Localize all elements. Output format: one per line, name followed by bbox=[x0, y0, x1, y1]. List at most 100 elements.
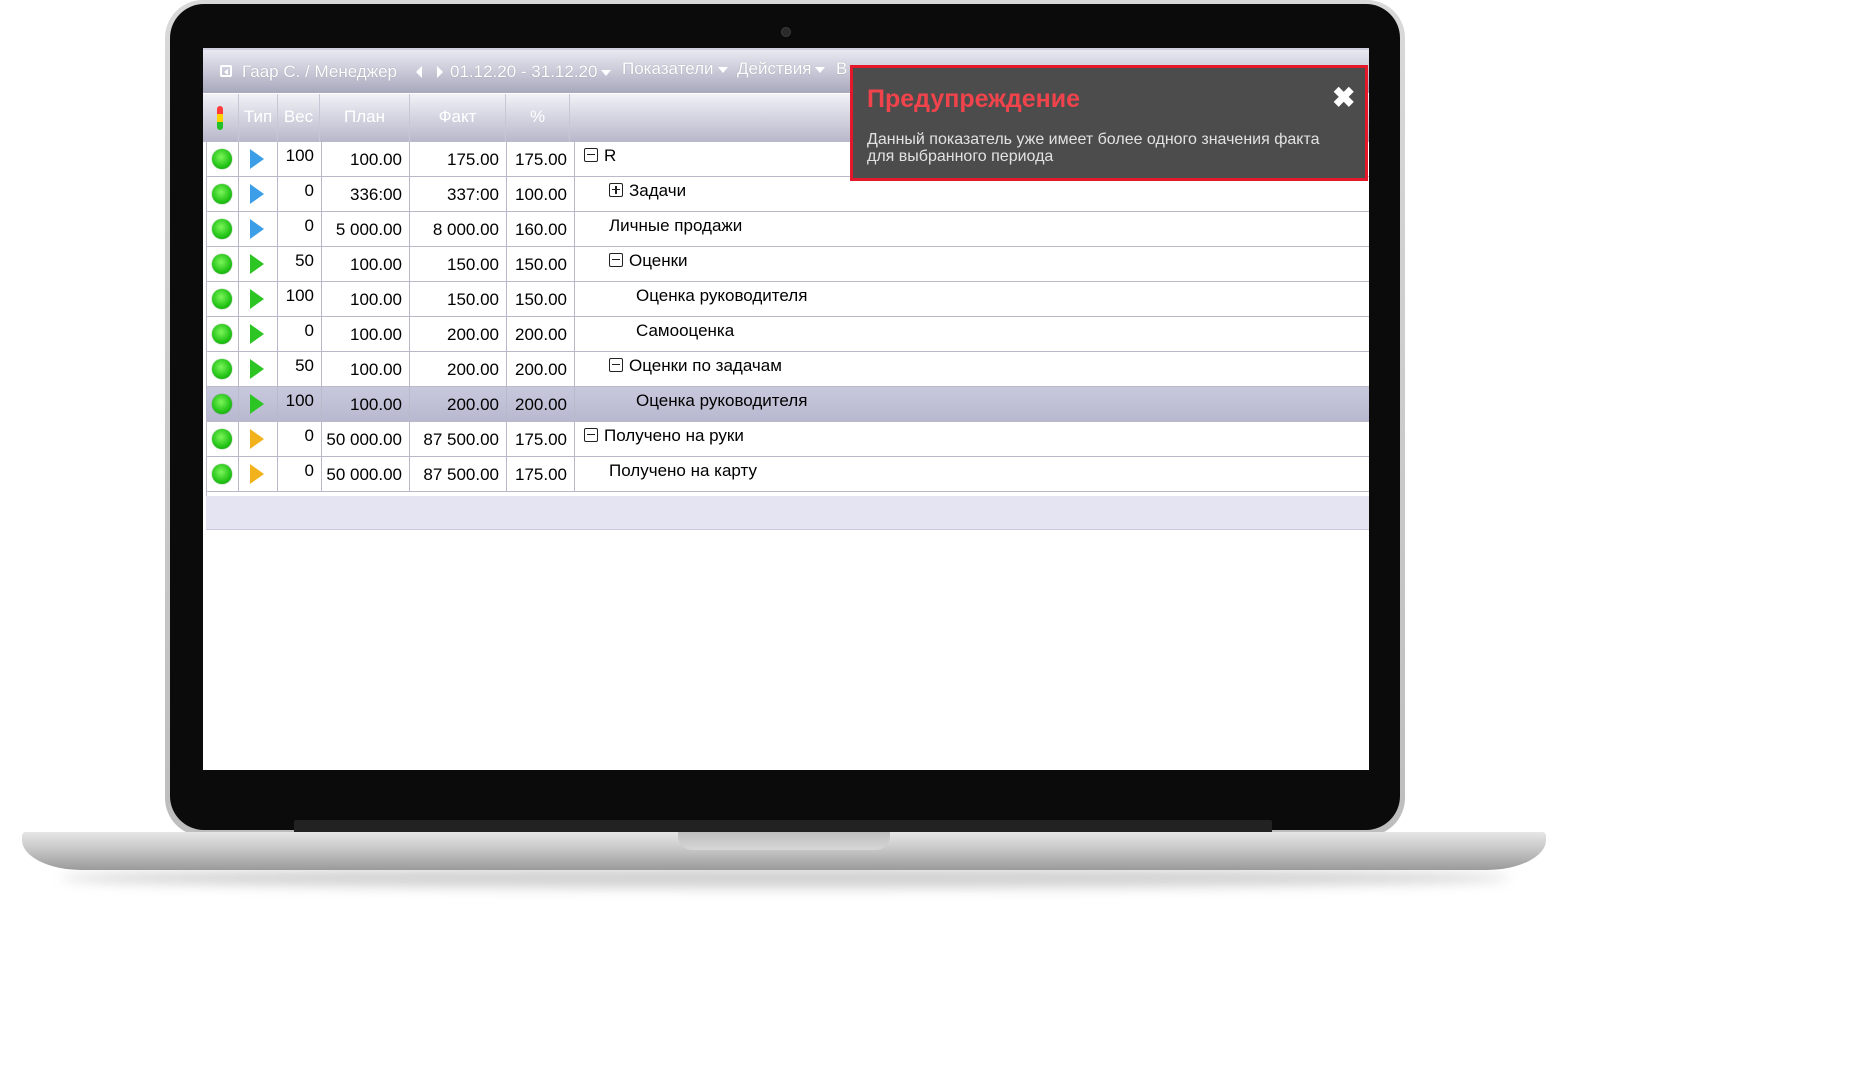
plan-cell[interactable]: 100.00 bbox=[322, 352, 410, 386]
prev-period-icon[interactable] bbox=[416, 66, 422, 78]
weight-cell[interactable]: 50 bbox=[278, 352, 322, 386]
percent-cell: 160.00 bbox=[507, 212, 575, 246]
plan-cell[interactable]: 336:00 bbox=[322, 177, 410, 211]
plan-cell[interactable]: 100.00 bbox=[322, 282, 410, 316]
table-row[interactable]: 0 50 000.00 87 500.00 175.00 Получено на рук… bbox=[206, 422, 1369, 457]
indicators-menu[interactable]: Показатели bbox=[622, 59, 728, 79]
warning-popup: Предупреждение Данный показатель уже име… bbox=[850, 65, 1368, 181]
collapse-icon[interactable] bbox=[584, 147, 598, 162]
fact-cell[interactable]: 8 000.00 bbox=[410, 212, 507, 246]
indicator-name-label: Оценка руководителя bbox=[636, 391, 808, 410]
type-cell bbox=[239, 212, 278, 246]
header-percent[interactable]: % bbox=[506, 94, 570, 142]
type-cell bbox=[239, 457, 278, 491]
user-label[interactable]: Гаар С. / Менеджер bbox=[242, 62, 397, 82]
plan-cell[interactable]: 100.00 bbox=[322, 387, 410, 421]
status-green-icon bbox=[212, 359, 232, 379]
period-selector[interactable]: 01.12.20 - 31.12.20 bbox=[450, 62, 612, 82]
type-arrow-icon bbox=[250, 359, 264, 379]
weight-cell[interactable]: 0 bbox=[278, 177, 322, 211]
table-row[interactable]: 0 336:00 337:00 100.00 Задачи bbox=[206, 177, 1369, 212]
table-row[interactable]: 50 100.00 200.00 200.00 Оценки по задачам bbox=[206, 352, 1369, 387]
weight-cell[interactable]: 50 bbox=[278, 247, 322, 281]
plan-cell[interactable]: 100.00 bbox=[322, 142, 410, 176]
indicator-name-cell[interactable]: Оценки bbox=[576, 247, 1369, 281]
weight-cell[interactable]: 0 bbox=[278, 457, 322, 491]
next-period-icon[interactable] bbox=[437, 66, 443, 78]
indicator-name-label: Самооценка bbox=[636, 321, 735, 340]
indicator-name-cell[interactable]: Оценка руководителя bbox=[576, 387, 1369, 421]
plan-cell[interactable]: 50 000.00 bbox=[322, 457, 410, 491]
status-cell bbox=[206, 177, 239, 211]
type-arrow-icon bbox=[250, 219, 264, 239]
indicator-name-cell[interactable]: Оценка руководителя bbox=[576, 282, 1369, 316]
table-row[interactable]: 100 100.00 200.00 200.00 Оценка руководителя bbox=[206, 387, 1369, 422]
type-cell bbox=[239, 142, 278, 176]
type-cell bbox=[239, 422, 278, 456]
indicator-name-label: Задачи bbox=[629, 181, 687, 200]
table-row[interactable]: 100 100.00 150.00 150.00 Оценка руководителя bbox=[206, 282, 1369, 317]
fact-cell[interactable]: 200.00 bbox=[410, 317, 507, 351]
weight-cell[interactable]: 100 bbox=[278, 142, 322, 176]
fact-cell[interactable]: 175.00 bbox=[410, 142, 507, 176]
table-row[interactable]: 0 50 000.00 87 500.00 175.00 Получено на кар… bbox=[206, 457, 1369, 492]
table-row[interactable]: 0 100.00 200.00 200.00 Самооценка bbox=[206, 317, 1369, 352]
plan-cell[interactable]: 100.00 bbox=[322, 317, 410, 351]
plan-cell[interactable]: 5 000.00 bbox=[322, 212, 410, 246]
weight-cell[interactable]: 100 bbox=[278, 387, 322, 421]
back-icon[interactable] bbox=[220, 65, 232, 77]
fact-cell[interactable]: 200.00 bbox=[410, 387, 507, 421]
collapse-icon[interactable] bbox=[609, 357, 623, 372]
plan-cell[interactable]: 100.00 bbox=[322, 247, 410, 281]
fact-cell[interactable]: 150.00 bbox=[410, 247, 507, 281]
weight-cell[interactable]: 100 bbox=[278, 282, 322, 316]
collapse-icon[interactable] bbox=[609, 252, 623, 267]
actions-menu[interactable]: Действия bbox=[737, 59, 826, 79]
status-cell bbox=[206, 352, 239, 386]
indicator-name-cell[interactable]: Самооценка bbox=[576, 317, 1369, 351]
indicator-name-cell[interactable]: Оценки по задачам bbox=[576, 352, 1369, 386]
header-status[interactable] bbox=[203, 94, 239, 142]
type-cell bbox=[239, 387, 278, 421]
status-green-icon bbox=[212, 149, 232, 169]
status-green-icon bbox=[212, 219, 232, 239]
chevron-down-icon bbox=[717, 66, 728, 73]
status-cell bbox=[206, 387, 239, 421]
table-row[interactable]: 05 000.00 8 000.00 160.00 Личные продажи bbox=[206, 212, 1369, 247]
indicator-name-cell[interactable]: Получено на карту bbox=[576, 457, 1369, 491]
header-plan[interactable]: План bbox=[320, 94, 410, 142]
indicator-name-cell[interactable]: Получено на руки bbox=[576, 422, 1369, 456]
header-fact[interactable]: Факт bbox=[410, 94, 506, 142]
fact-cell[interactable]: 87 500.00 bbox=[410, 422, 507, 456]
percent-cell: 175.00 bbox=[507, 142, 575, 176]
table-row[interactable]: 50 100.00 150.00 150.00 Оценки bbox=[206, 247, 1369, 282]
fact-cell[interactable]: 87 500.00 bbox=[410, 457, 507, 491]
status-green-icon bbox=[212, 464, 232, 484]
close-icon[interactable]: ✖ bbox=[1332, 84, 1355, 112]
chevron-down-icon bbox=[815, 66, 826, 73]
type-arrow-icon bbox=[250, 464, 264, 484]
indicator-name-cell[interactable]: Личные продажи bbox=[576, 212, 1369, 246]
fact-cell[interactable]: 150.00 bbox=[410, 282, 507, 316]
more-menu[interactable]: В bbox=[836, 59, 847, 79]
status-green-icon bbox=[212, 254, 232, 274]
status-green-icon bbox=[212, 289, 232, 309]
plan-cell[interactable]: 50 000.00 bbox=[322, 422, 410, 456]
warning-title: Предупреждение bbox=[867, 85, 1081, 113]
weight-cell[interactable]: 0 bbox=[278, 422, 322, 456]
weight-cell[interactable]: 0 bbox=[278, 317, 322, 351]
indicator-name-cell[interactable]: Задачи bbox=[576, 177, 1369, 211]
fact-cell[interactable]: 337:00 bbox=[410, 177, 507, 211]
type-cell bbox=[239, 177, 278, 211]
fact-cell[interactable]: 200.00 bbox=[410, 352, 507, 386]
indicator-name-label: Оценка руководителя bbox=[636, 286, 808, 305]
weight-cell[interactable]: 0 bbox=[278, 212, 322, 246]
collapse-icon[interactable] bbox=[584, 427, 598, 442]
indicator-name-label: Получено на руки bbox=[604, 426, 744, 445]
expand-icon[interactable] bbox=[609, 182, 623, 197]
header-type[interactable]: Тип bbox=[239, 94, 278, 142]
indicator-name-label: Оценки по задачам bbox=[629, 356, 782, 375]
header-weight[interactable]: Вес bbox=[278, 94, 320, 142]
warning-message: Данный показатель уже имеет более одного… bbox=[867, 131, 1320, 165]
type-arrow-icon bbox=[250, 324, 264, 344]
